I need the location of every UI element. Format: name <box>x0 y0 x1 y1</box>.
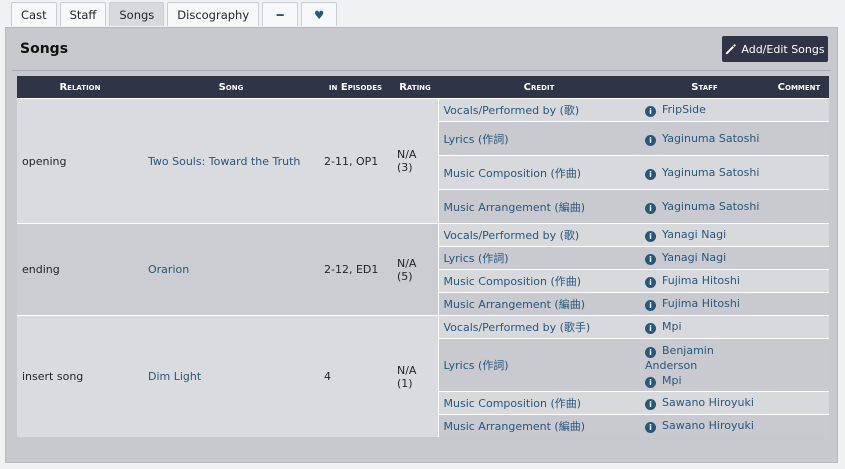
relation-cell: opening <box>17 98 143 224</box>
staff-link[interactable]: i Benjamin Anderson i Mpi <box>640 338 769 392</box>
comment-cell <box>769 391 829 415</box>
heart-icon[interactable]: ♥ <box>301 2 338 26</box>
credit-role-link[interactable]: Vocals/Performed by (歌手) <box>437 315 640 339</box>
info-icon: i <box>645 231 656 242</box>
credit-role-link[interactable]: Music Composition (作曲) <box>437 269 640 293</box>
episodes-cell: 2-12, ED1 <box>319 223 392 316</box>
credit-role-link[interactable]: Vocals/Performed by (歌) <box>437 98 640 122</box>
staff-link[interactable]: i Mpi <box>640 315 769 339</box>
staff-link[interactable]: i Yaginuma Satoshi <box>640 189 769 224</box>
minus-icon[interactable]: ━ <box>262 2 299 26</box>
info-icon: i <box>645 254 656 265</box>
info-icon: i <box>645 323 656 334</box>
rating-cell: N/A (3) <box>392 98 438 224</box>
comment-cell <box>769 98 829 122</box>
add-edit-songs-button[interactable]: Add/Edit Songs <box>722 36 828 62</box>
col-rating: Rating <box>392 76 438 99</box>
comment-cell <box>769 315 829 339</box>
comment-cell <box>769 223 829 247</box>
comment-cell <box>769 189 829 224</box>
button-label: Add/Edit Songs <box>741 42 825 56</box>
col-song: Song <box>143 76 319 99</box>
tab-bar: Cast Staff Songs Discography ━ ♥ <box>11 2 338 28</box>
staff-link[interactable]: i Fujima Hitoshi <box>640 292 769 316</box>
credit-role-link[interactable]: Lyrics (作詞) <box>437 121 640 156</box>
comment-cell <box>769 121 829 156</box>
comment-cell <box>769 292 829 316</box>
song-title-link[interactable]: Dim Light <box>143 315 319 437</box>
staff-link[interactable]: i Fujima Hitoshi <box>640 269 769 293</box>
songs-table: Relation Song in Episodes Rating Credit … <box>17 76 829 437</box>
episodes-cell: 2-11, OP1 <box>319 98 392 224</box>
comment-cell <box>769 155 829 190</box>
tab-staff[interactable]: Staff <box>59 2 107 26</box>
staff-link[interactable]: i Yaginuma Satoshi <box>640 121 769 156</box>
table-row: opening Two Souls: Toward the Truth 2-11… <box>17 98 829 224</box>
staff-link[interactable]: i Yanagi Nagi <box>640 223 769 247</box>
credit-role-link[interactable]: Music Arrangement (編曲) <box>437 292 640 316</box>
credit-role-link[interactable]: Lyrics (作詞) <box>437 246 640 270</box>
credit-role-link[interactable]: Music Arrangement (編曲) <box>437 189 640 224</box>
rating-cell: N/A (5) <box>392 223 438 316</box>
staff-link[interactable]: i Sawano Hiroyuki <box>640 391 769 415</box>
col-relation: Relation <box>17 76 143 99</box>
songs-panel: Songs Add/Edit Songs Relation Song in Ep… <box>5 27 838 463</box>
credit-role-link[interactable]: Music Composition (作曲) <box>437 155 640 190</box>
staff-link[interactable]: i Yanagi Nagi <box>640 246 769 270</box>
credit-role-link[interactable]: Vocals/Performed by (歌) <box>437 223 640 247</box>
episodes-cell: 4 <box>319 315 392 437</box>
comment-cell <box>769 269 829 293</box>
rating-cell: N/A (1) <box>392 315 438 437</box>
comment-cell <box>769 338 829 392</box>
col-staff: Staff <box>640 76 769 99</box>
info-icon: i <box>645 203 656 214</box>
info-icon: i <box>645 376 656 388</box>
info-icon: i <box>645 422 656 433</box>
divider <box>12 70 831 71</box>
relation-cell: insert song <box>17 315 143 437</box>
credit-role-link[interactable]: Music Arrangement (編曲) <box>437 414 640 437</box>
pencil-icon <box>726 43 737 54</box>
staff-link[interactable]: i Yaginuma Satoshi <box>640 155 769 190</box>
staff-link[interactable]: i FripSide <box>640 98 769 122</box>
panel-title: Songs <box>20 41 69 57</box>
relation-cell: ending <box>17 223 143 316</box>
credit-role-link[interactable]: Music Composition (作曲) <box>437 391 640 415</box>
tab-cast[interactable]: Cast <box>11 2 57 26</box>
info-icon: i <box>645 277 656 288</box>
col-episodes: in Episodes <box>319 76 392 99</box>
song-title-link[interactable]: Two Souls: Toward the Truth <box>143 98 319 224</box>
col-comment: Comment <box>769 76 829 99</box>
info-icon: i <box>645 346 656 358</box>
table-row: insert song Dim Light 4 N/A (1) Vocals/P… <box>17 315 829 437</box>
info-icon: i <box>645 300 656 311</box>
comment-cell <box>769 414 829 437</box>
info-icon: i <box>645 169 656 180</box>
info-icon: i <box>645 135 656 146</box>
tab-songs[interactable]: Songs <box>109 2 165 26</box>
info-icon: i <box>645 399 656 410</box>
comment-cell <box>769 246 829 270</box>
credit-role-link[interactable]: Lyrics (作詞) <box>437 338 640 392</box>
tab-discography[interactable]: Discography <box>167 2 260 26</box>
col-credit: Credit <box>438 76 640 99</box>
info-icon: i <box>645 106 656 117</box>
table-row: ending Orarion 2-12, ED1 N/A (5) Vocals/… <box>17 223 829 316</box>
staff-link[interactable]: i Sawano Hiroyuki <box>640 414 769 437</box>
song-title-link[interactable]: Orarion <box>143 223 319 316</box>
